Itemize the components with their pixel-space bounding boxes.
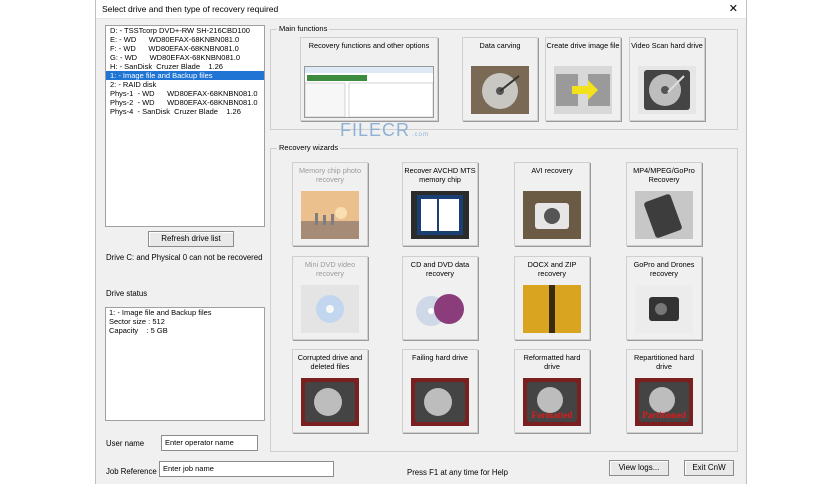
drive-list-item[interactable]: Phys-1 - WD WD80EFAX-68KNBN081.0	[106, 89, 264, 98]
drive-list-item[interactable]: E: - WD WD80EFAX-68KNBN081.0	[106, 35, 264, 44]
create-drive-image-card[interactable]: Create drive image file	[545, 37, 621, 121]
wizard-card[interactable]: MP4/MPEG/GoPro Recovery	[626, 162, 702, 246]
stamp-label: Formatted	[531, 410, 573, 420]
wizard-card[interactable]: Reformatted hard drive Formatted	[514, 349, 590, 433]
video-scan-card[interactable]: Video Scan hard drive	[629, 37, 705, 121]
drive-list-item[interactable]: F: - WD WD80EFAX-68KNBN081.0	[106, 44, 264, 53]
card-label: Recover AVCHD MTS memory chip	[404, 166, 476, 184]
card-label: Recovery functions and other options	[308, 41, 430, 50]
gopro-icon	[635, 285, 693, 333]
status-line: 1: - Image file and Backup files	[109, 308, 212, 317]
window-title: Select drive and then type of recovery r…	[102, 4, 279, 14]
card-label: Video Scan hard drive	[631, 41, 703, 50]
card-label: GoPro and Drones recovery	[633, 260, 695, 278]
drive-list-item[interactable]: G: - WD WD80EFAX-68KNBN081.0	[106, 53, 264, 62]
view-logs-button[interactable]: View logs...	[609, 460, 669, 476]
exit-button[interactable]: Exit CnW	[684, 460, 734, 476]
close-icon[interactable]: ✕	[729, 2, 738, 15]
wizard-card[interactable]: Recover AVCHD MTS memory chip	[402, 162, 478, 246]
card-label: Data carving	[479, 41, 521, 50]
sunset-photo-icon	[301, 191, 359, 239]
stamp-label: Partitioned	[642, 410, 686, 420]
card-label: Reformatted hard drive	[523, 353, 581, 371]
software-screenshot-icon	[304, 66, 434, 118]
card-label: Create drive image file	[546, 41, 620, 50]
card-label: Repartitioned hard drive	[633, 353, 695, 371]
drive-status-box: 1: - Image file and Backup files Sector …	[105, 307, 265, 421]
corrupted-drive-icon	[301, 378, 359, 426]
drive-list-item[interactable]: D: - TSSTcorp DVD+-RW SH-216CBD100	[106, 26, 264, 35]
watermark-sub: .com	[412, 132, 430, 138]
wizard-card[interactable]: Repartitioned hard drive Partitioned	[626, 349, 702, 433]
card-label: Mini DVD video recovery	[304, 260, 356, 278]
hard-drive-platter-icon	[638, 66, 696, 114]
drive-list-item[interactable]: 2: - RAID disk	[106, 80, 264, 89]
job-reference-label: Job Reference	[106, 467, 157, 476]
wizard-card[interactable]: Corrupted drive and deleted files	[292, 349, 368, 433]
card-label: DOCX and ZIP recovery	[527, 260, 577, 278]
recovery-functions-card[interactable]: Recovery functions and other options	[300, 37, 438, 121]
filecr-watermark: FILECR .com	[340, 120, 429, 141]
main-functions-title: Main functions	[277, 24, 330, 33]
camera-icon	[523, 191, 581, 239]
drive-list-item[interactable]: H: - SanDisk Cruzer Blade 1.26	[106, 62, 264, 71]
failing-drive-icon	[411, 378, 469, 426]
wizard-card[interactable]: DOCX and ZIP recovery	[514, 256, 590, 340]
wizard-card[interactable]: CD and DVD data recovery	[402, 256, 478, 340]
watermark-text: FILECR	[340, 120, 411, 140]
card-label: MP4/MPEG/GoPro Recovery	[633, 166, 695, 184]
data-carving-card[interactable]: Data carving	[462, 37, 538, 121]
drive-list[interactable]: D: - TSSTcorp DVD+-RW SH-216CBD100 E: - W…	[105, 25, 265, 227]
sd-card-icon	[411, 191, 469, 239]
card-label: Memory chip photo recovery	[298, 166, 362, 184]
user-name-label: User name	[106, 439, 145, 448]
open-hard-drive-icon	[471, 66, 529, 114]
phone-icon	[635, 191, 693, 239]
refresh-drive-list-button[interactable]: Refresh drive list	[148, 231, 234, 247]
drive-list-item[interactable]: 1: - Image file and Backup files	[106, 71, 264, 80]
drive-list-item[interactable]: Phys-2 - WD WD80EFAX-68KNBN081.0	[106, 98, 264, 107]
drive-status-label: Drive status	[106, 289, 148, 298]
wizard-card[interactable]: Mini DVD video recovery	[292, 256, 368, 340]
status-line: Capacity : 5 GB	[109, 326, 168, 335]
user-name-field[interactable]: Enter operator name	[161, 435, 258, 451]
card-label: Corrupted drive and deleted files	[297, 353, 363, 371]
card-label: CD and DVD data recovery	[410, 260, 470, 278]
wizard-card[interactable]: Memory chip photo recovery	[292, 162, 368, 246]
card-label: Failing hard drive	[412, 353, 468, 362]
status-line: Sector size : 512	[109, 317, 165, 326]
title-bar: Select drive and then type of recovery r…	[96, 0, 746, 19]
wizard-card[interactable]: Failing hard drive	[402, 349, 478, 433]
help-hint: Press F1 at any time for Help	[407, 468, 508, 477]
drive-copy-icon	[554, 66, 612, 114]
wizard-card[interactable]: GoPro and Drones recovery	[626, 256, 702, 340]
drive-list-item[interactable]: Phys-4 - SanDisk Cruzer Blade 1.26	[106, 107, 264, 116]
mini-dvd-icon	[301, 285, 359, 333]
main-window: Select drive and then type of recovery r…	[95, 0, 747, 484]
recovery-wizards-title: Recovery wizards	[277, 143, 341, 152]
wizard-card[interactable]: AVI recovery	[514, 162, 590, 246]
drive-warning: Drive C: and Physical 0 can not be recov…	[106, 253, 263, 262]
job-reference-field[interactable]: Enter job name	[159, 461, 334, 477]
zip-icon	[523, 285, 581, 333]
card-label: AVI recovery	[531, 166, 573, 175]
cd-dvd-icon	[411, 285, 469, 333]
